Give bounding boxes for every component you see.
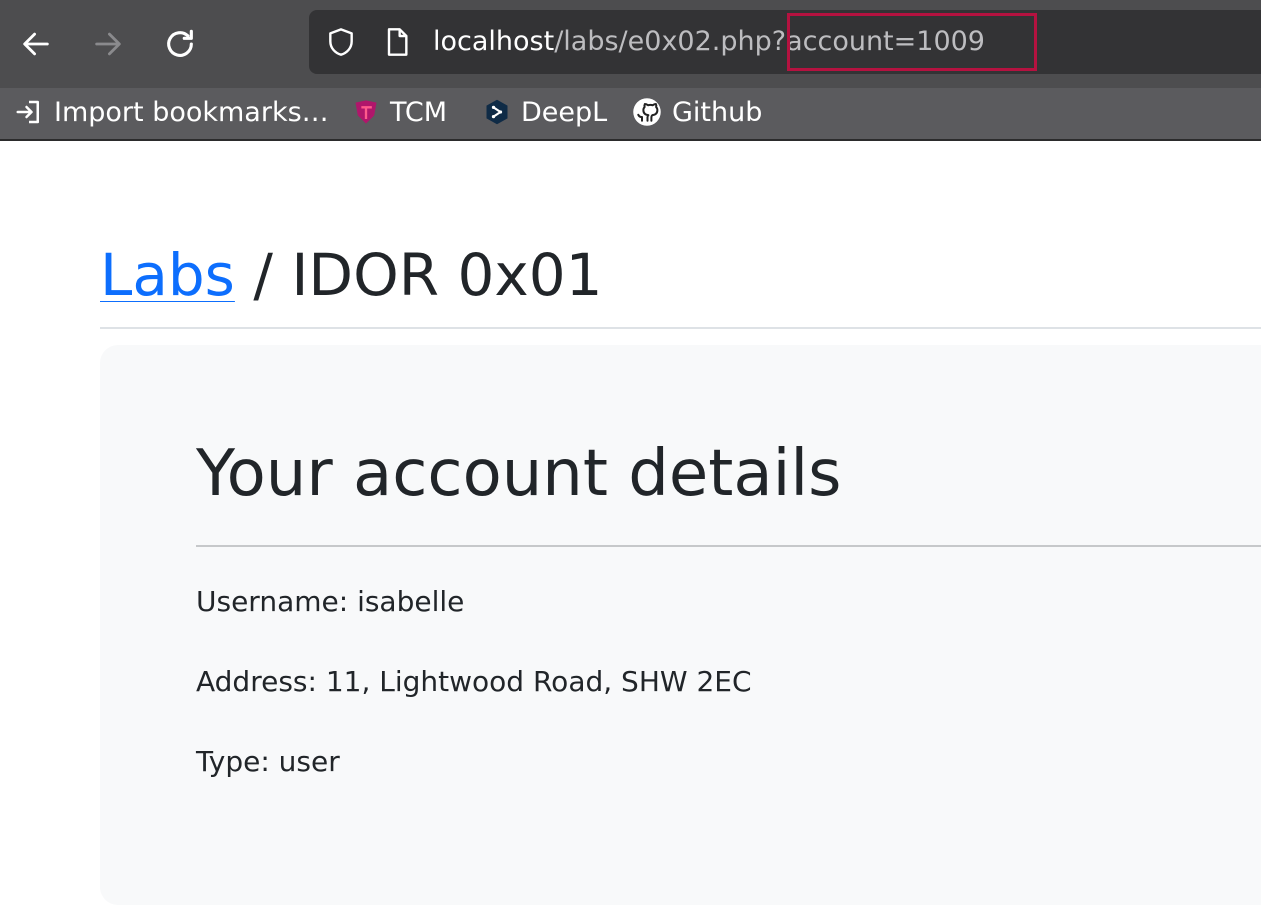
- card-title: Your account details: [196, 437, 842, 511]
- bookmark-label: Github: [672, 96, 763, 128]
- breadcrumb-link-labs[interactable]: Labs: [100, 241, 235, 309]
- bookmark-tcm[interactable]: TCM: [352, 88, 447, 136]
- url-query-highlight: [787, 13, 1037, 71]
- reload-button[interactable]: [158, 22, 202, 66]
- bookmark-label: TCM: [390, 96, 448, 128]
- browser-toolbar: localhost/labs/e0x02.php?account=1009: [0, 0, 1261, 88]
- breadcrumb-current: IDOR 0x01: [291, 241, 603, 309]
- deepl-icon: [486, 99, 508, 125]
- breadcrumb: Labs / IDOR 0x01: [100, 241, 603, 309]
- url-path: /labs/e0x02.php: [554, 26, 772, 57]
- bookmark-deepl[interactable]: DeepL: [483, 88, 607, 136]
- github-icon: [633, 98, 661, 126]
- bookmark-github[interactable]: Github: [632, 88, 762, 136]
- breadcrumb-divider: [100, 327, 1261, 329]
- bookmarks-toolbar: Import bookmarks… TCM DeepL Github: [0, 88, 1261, 141]
- address-bar[interactable]: localhost/labs/e0x02.php?account=1009: [309, 10, 1261, 74]
- tcm-icon: [355, 100, 377, 124]
- reload-icon: [167, 29, 193, 57]
- bookmark-import[interactable]: Import bookmarks…: [14, 88, 329, 136]
- card-divider: [196, 545, 1261, 547]
- back-button[interactable]: [14, 22, 58, 66]
- url-host: localhost: [433, 26, 555, 57]
- arrow-left-icon: [23, 32, 49, 56]
- bookmark-label: DeepL: [521, 96, 608, 128]
- account-details-card: Your account details Username: isabelle …: [100, 345, 1261, 905]
- username-text: Username: isabelle: [196, 585, 465, 618]
- address-text: Address: 11, Lightwood Road, SHW 2EC: [196, 665, 752, 698]
- forward-button[interactable]: [86, 22, 130, 66]
- page-icon[interactable]: [381, 26, 413, 58]
- breadcrumb-separator: /: [234, 241, 292, 309]
- shield-icon[interactable]: [325, 26, 357, 58]
- type-text: Type: user: [196, 745, 340, 778]
- page-content: Labs / IDOR 0x01 Your account details Us…: [0, 141, 1261, 905]
- arrow-right-icon: [95, 32, 121, 56]
- import-icon: [16, 100, 39, 124]
- bookmark-label: Import bookmarks…: [54, 96, 329, 128]
